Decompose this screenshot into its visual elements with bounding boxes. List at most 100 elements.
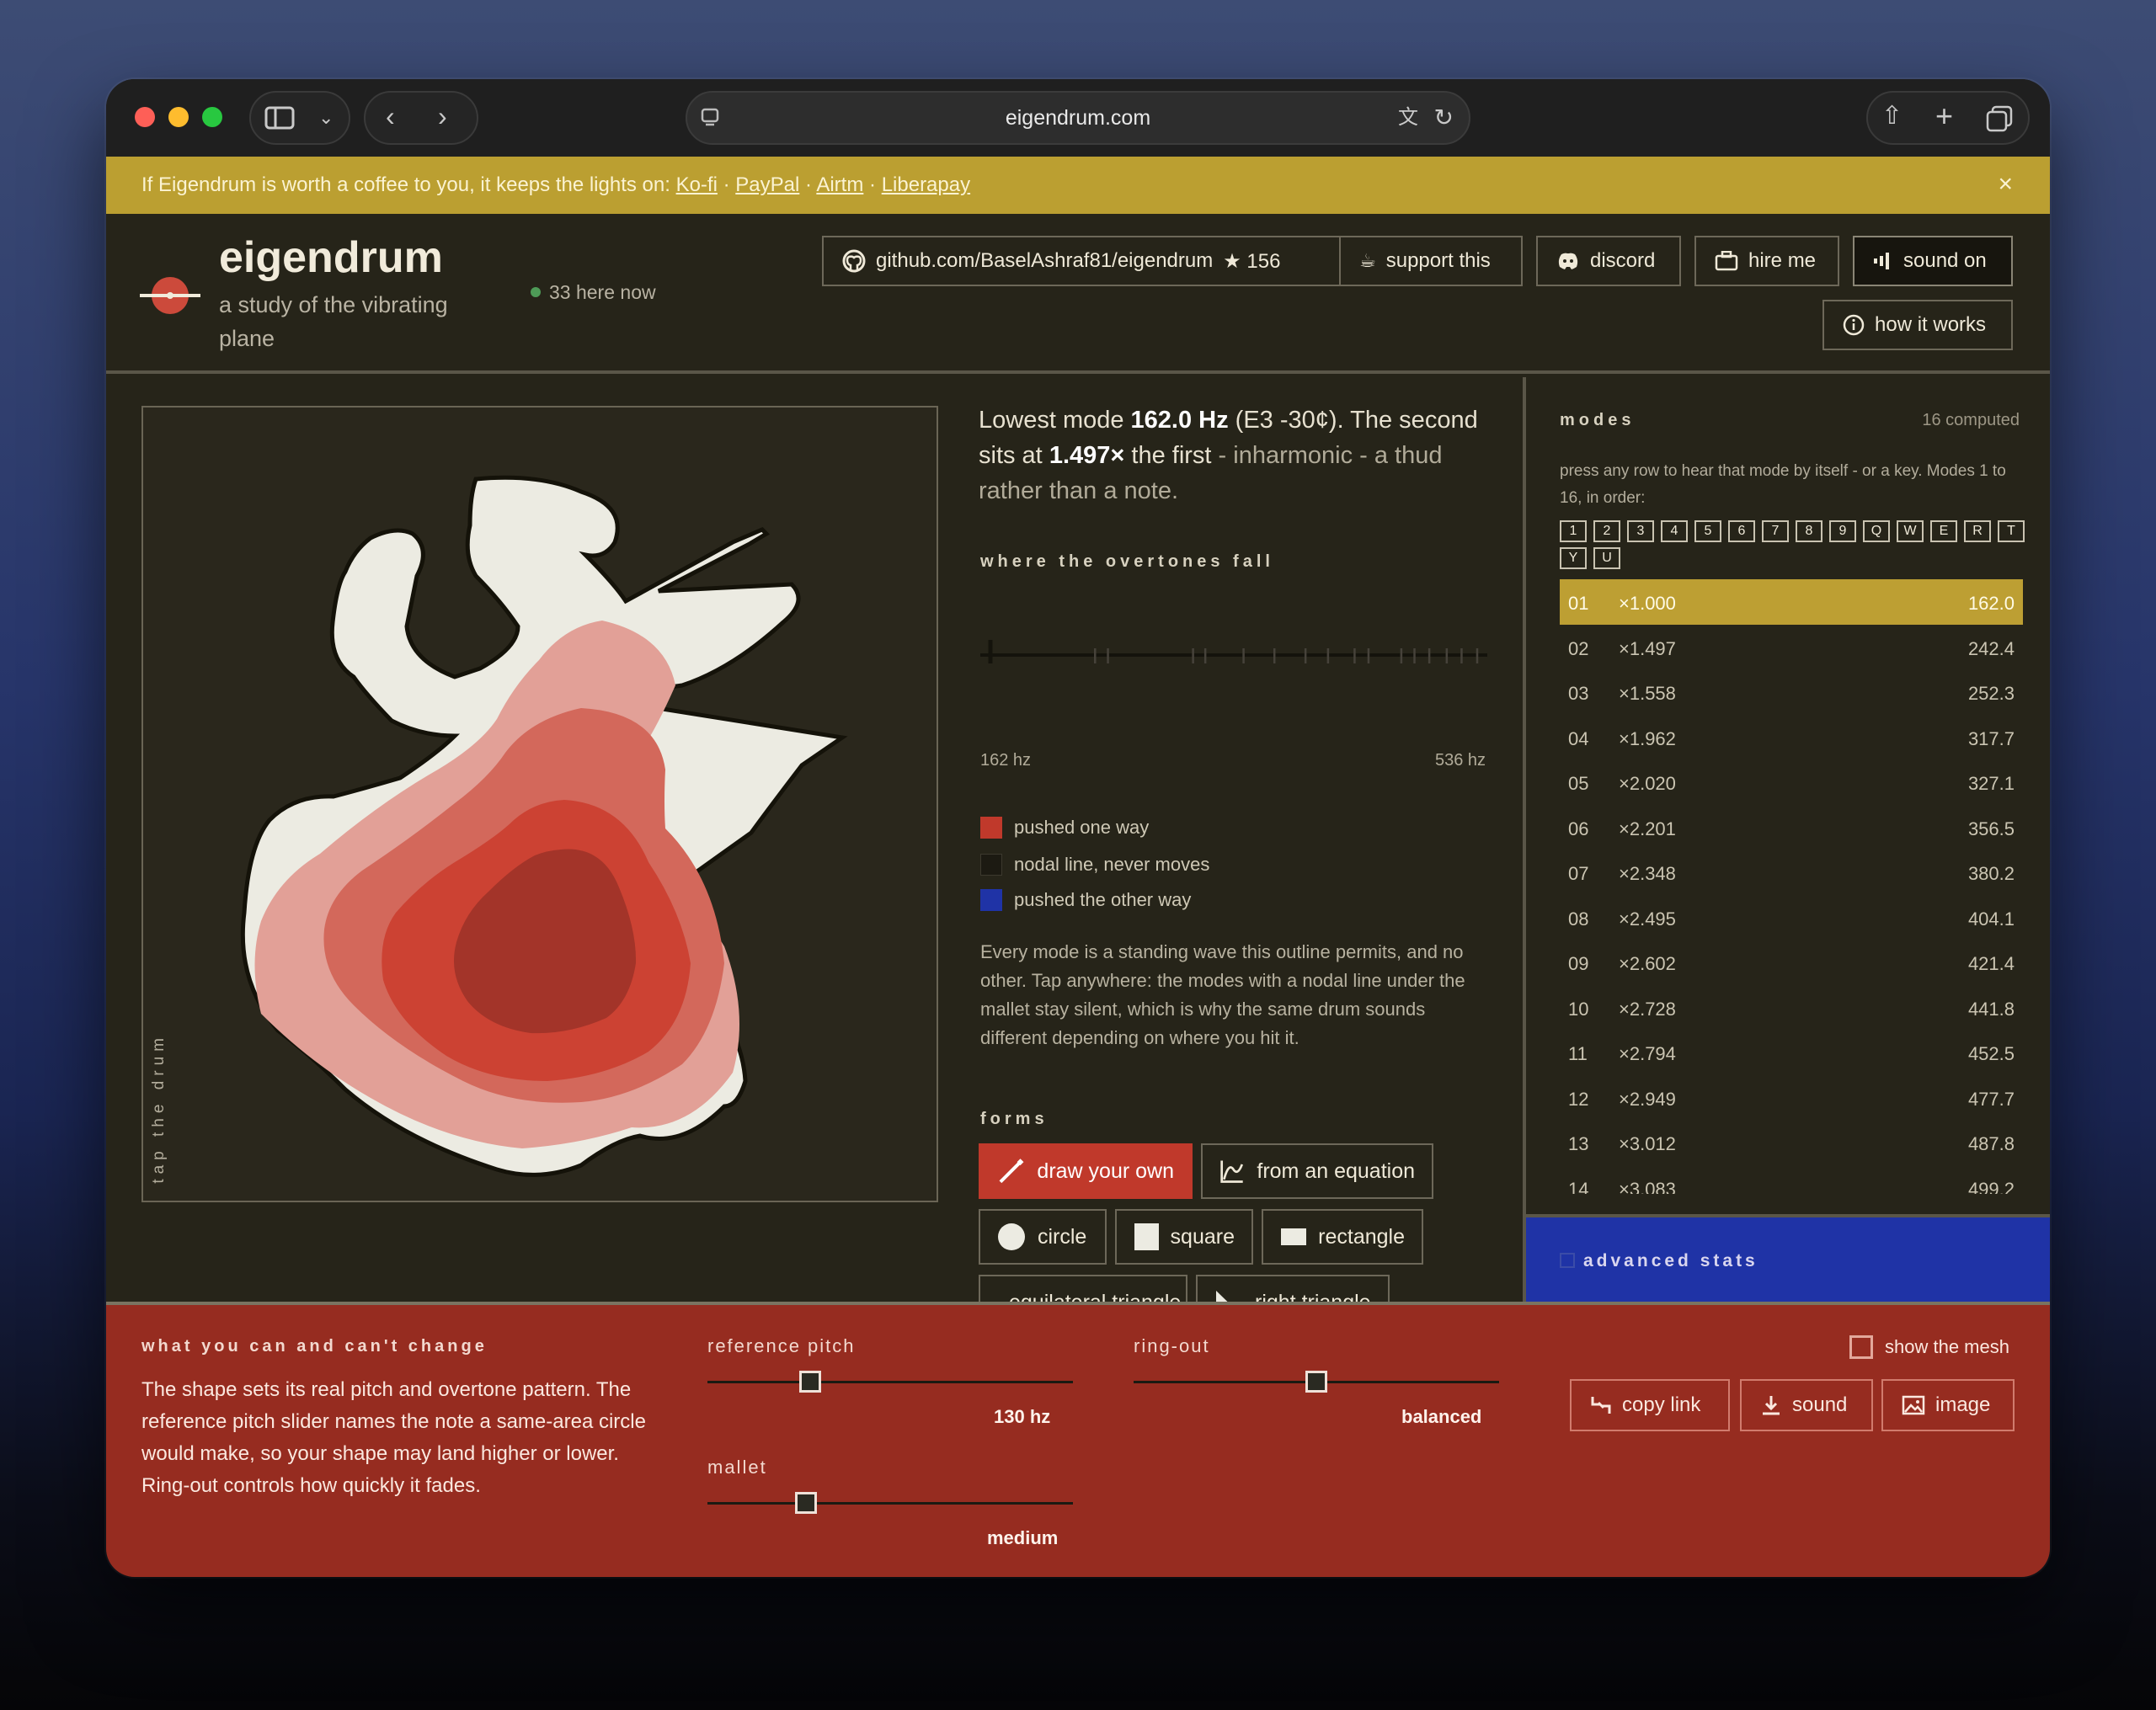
mode-key[interactable]: 5 bbox=[1694, 520, 1721, 542]
mode-key[interactable]: 4 bbox=[1661, 520, 1688, 542]
translate-icon[interactable]: 文 bbox=[1398, 104, 1418, 131]
mode-key[interactable]: 9 bbox=[1829, 520, 1856, 542]
online-text: 33 here now bbox=[549, 281, 656, 303]
mode-number: 13 bbox=[1568, 1133, 1589, 1154]
constraints-text: The shape sets its real pitch and overto… bbox=[141, 1378, 646, 1497]
mode-frequency: 317.7 bbox=[1967, 727, 2015, 749]
mode-number: 12 bbox=[1568, 1088, 1589, 1110]
mode-row[interactable]: 07 ×2.348 380.2 bbox=[1560, 850, 2023, 895]
banner-message: If Eigendrum is worth a coffee to you, i… bbox=[141, 173, 670, 196]
rectangle-icon bbox=[1281, 1228, 1307, 1245]
lowest-frequency: 162.0 Hz bbox=[1130, 407, 1229, 434]
download-image-button[interactable]: image bbox=[1881, 1379, 2015, 1431]
mode-description: Every mode is a standing wave this outli… bbox=[980, 941, 1465, 1048]
show-mesh-checkbox[interactable] bbox=[1849, 1335, 1873, 1359]
mode-number: 10 bbox=[1568, 998, 1589, 1020]
circle-shape-button[interactable]: circle bbox=[979, 1209, 1107, 1265]
mode-key[interactable]: 8 bbox=[1796, 520, 1822, 542]
ringout-slider-handle[interactable] bbox=[1305, 1371, 1327, 1393]
close-window-button[interactable] bbox=[135, 107, 155, 127]
mode-row[interactable]: 06 ×2.201 356.5 bbox=[1560, 805, 2023, 850]
mode-key[interactable]: W bbox=[1897, 520, 1924, 542]
download-icon bbox=[1763, 1396, 1780, 1415]
hire-button[interactable]: hire me bbox=[1694, 236, 1839, 286]
sidebar-toggle[interactable]: ⌄ bbox=[249, 91, 350, 145]
discord-button[interactable]: discord bbox=[1536, 236, 1681, 286]
mode-key[interactable]: T bbox=[1998, 520, 2025, 542]
tab-overview-icon[interactable] bbox=[1986, 105, 2013, 132]
support-button[interactable]: ☕ support this bbox=[1339, 236, 1523, 286]
paypal-link[interactable]: PayPal bbox=[735, 173, 799, 196]
rectangle-shape-button[interactable]: rectangle bbox=[1262, 1209, 1423, 1265]
close-banner-icon[interactable]: × bbox=[1998, 170, 2013, 199]
sound-toggle-button[interactable]: sound on bbox=[1853, 236, 2013, 286]
modes-sidebar: modes 16 computed press any row to hear … bbox=[1523, 377, 2050, 1302]
mode-row[interactable]: 10 ×2.728 441.8 bbox=[1560, 985, 2023, 1031]
mode-number: 06 bbox=[1568, 818, 1589, 839]
mode-row[interactable]: 11 ×2.794 452.5 bbox=[1560, 1030, 2023, 1075]
mode-row[interactable]: 04 ×1.962 317.7 bbox=[1560, 715, 2023, 760]
github-button[interactable]: github.com/BaselAshraf81/eigendrum ★ 156 bbox=[822, 236, 1349, 286]
mode-row[interactable]: 01 ×1.000 162.0 bbox=[1560, 579, 2023, 625]
new-tab-icon[interactable]: + bbox=[1935, 101, 1953, 131]
kofi-link[interactable]: Ko-fi bbox=[676, 173, 718, 196]
advanced-stats-toggle[interactable]: advanced stats bbox=[1526, 1214, 2050, 1302]
mode-key[interactable]: E bbox=[1930, 520, 1957, 542]
how-it-works-button[interactable]: how it works bbox=[1822, 300, 2013, 350]
mode-key[interactable]: Y bbox=[1560, 547, 1587, 569]
minimize-window-button[interactable] bbox=[168, 107, 189, 127]
browser-window: ⌄ ‹ › eigendrum.com 文 ↻ ⇧ + If Eigendrum… bbox=[106, 79, 2050, 1577]
mode-frequency: 356.5 bbox=[1967, 818, 2015, 839]
forward-icon[interactable]: › bbox=[438, 103, 447, 130]
drum-canvas[interactable]: tap the drum bbox=[141, 406, 938, 1202]
mode-key[interactable]: 1 bbox=[1560, 520, 1587, 542]
pitch-slider-track[interactable] bbox=[707, 1381, 1073, 1383]
mallet-slider-handle[interactable] bbox=[795, 1492, 818, 1514]
pitch-slider-handle[interactable] bbox=[798, 1371, 821, 1393]
mode-key[interactable]: R bbox=[1964, 520, 1991, 542]
mode-ratio: ×2.949 bbox=[1619, 1088, 1676, 1110]
download-sound-button[interactable]: sound bbox=[1740, 1379, 1873, 1431]
mode-key[interactable]: Q bbox=[1863, 520, 1890, 542]
mode-key[interactable]: 2 bbox=[1593, 520, 1620, 542]
discord-icon bbox=[1558, 253, 1578, 269]
mode-key[interactable]: U bbox=[1593, 547, 1620, 569]
mode-key[interactable]: 3 bbox=[1627, 520, 1654, 542]
mode-key[interactable]: 6 bbox=[1728, 520, 1755, 542]
mode-row[interactable]: 14 ×3.083 499.2 bbox=[1560, 1165, 2023, 1195]
mode-row[interactable]: 08 ×2.495 404.1 bbox=[1560, 895, 2023, 940]
mode-ratio: ×2.201 bbox=[1619, 818, 1676, 839]
reload-icon[interactable]: ↻ bbox=[1434, 104, 1454, 131]
copy-link-button[interactable]: copy link bbox=[1570, 1379, 1730, 1431]
mallet-slider-track[interactable] bbox=[707, 1502, 1073, 1505]
modes-list: 01 ×1.000 162.0 02 ×1.497 242.4 03 ×1.558 252.3 0… bbox=[1560, 579, 2023, 1194]
show-mesh-label: show the mesh bbox=[1885, 1336, 2009, 1357]
liberapay-link[interactable]: Liberapay bbox=[882, 173, 970, 196]
mode-row[interactable]: 03 ×1.558 252.3 bbox=[1560, 669, 2023, 715]
mode-row[interactable]: 13 ×3.012 487.8 bbox=[1560, 1120, 2023, 1165]
mode-row[interactable]: 05 ×2.020 327.1 bbox=[1560, 759, 2023, 805]
mode-frequency: 380.2 bbox=[1967, 863, 2015, 884]
equation-label: from an equation bbox=[1257, 1159, 1415, 1183]
from-equation-button[interactable]: from an equation bbox=[1201, 1143, 1433, 1199]
back-icon[interactable]: ‹ bbox=[386, 103, 395, 130]
square-shape-button[interactable]: square bbox=[1115, 1209, 1253, 1265]
mode-row[interactable]: 12 ×2.949 477.7 bbox=[1560, 1075, 2023, 1121]
mode-row[interactable]: 09 ×2.602 421.4 bbox=[1560, 940, 2023, 985]
circle-label: circle bbox=[1038, 1224, 1087, 1249]
nav-buttons: ‹ › bbox=[364, 91, 478, 145]
airtm-link[interactable]: Airtm bbox=[816, 173, 863, 196]
mode-number: 05 bbox=[1568, 773, 1589, 794]
draw-your-own-button[interactable]: draw your own bbox=[979, 1143, 1193, 1199]
site-header: eigendrum a study of the vibrating plane… bbox=[106, 214, 2050, 374]
mode-key[interactable]: 7 bbox=[1762, 520, 1789, 542]
advanced-stats-checkbox[interactable] bbox=[1560, 1253, 1575, 1268]
show-mesh-toggle[interactable]: show the mesh bbox=[1849, 1335, 2009, 1359]
mode-row[interactable]: 02 ×1.497 242.4 bbox=[1560, 625, 2023, 670]
zoom-window-button[interactable] bbox=[202, 107, 222, 127]
mode-number: 03 bbox=[1568, 683, 1589, 704]
share-icon[interactable]: ⇧ bbox=[1881, 103, 1903, 130]
overtone-ticks bbox=[988, 640, 1479, 663]
copy-link-label: copy link bbox=[1622, 1393, 1701, 1416]
address-bar[interactable]: eigendrum.com 文 ↻ bbox=[686, 91, 1470, 145]
